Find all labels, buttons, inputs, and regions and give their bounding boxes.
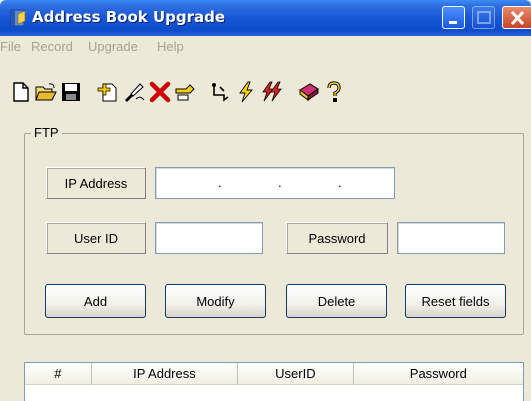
ftp-list[interactable]: # IP Address UserID Password xyxy=(24,362,524,401)
undo-record-icon xyxy=(175,84,195,101)
menu-upgrade[interactable]: Upgrade xyxy=(88,39,138,54)
title-bar[interactable]: Address Book Upgrade xyxy=(0,0,531,36)
toolbar xyxy=(0,80,531,110)
connect-icon xyxy=(212,83,229,102)
help-icon xyxy=(327,81,341,102)
upgrade-icon xyxy=(239,81,253,103)
user-id-label: User ID xyxy=(46,222,146,254)
save-button[interactable] xyxy=(59,80,83,104)
delete-button[interactable]: Delete xyxy=(286,284,387,318)
edit-record-icon xyxy=(125,83,145,102)
maximize-icon xyxy=(477,11,491,24)
modify-button[interactable]: Modify xyxy=(165,284,266,318)
app-window: Address Book Upgrade File Record Upgrade… xyxy=(0,0,531,401)
list-header: # IP Address UserID Password xyxy=(25,363,523,385)
close-button[interactable] xyxy=(502,6,531,29)
minimize-button[interactable] xyxy=(442,6,465,29)
ip-separator: . xyxy=(338,175,342,190)
ip-separator: . xyxy=(218,175,222,190)
upgrade-all-button[interactable] xyxy=(260,80,284,104)
upgrade-button[interactable] xyxy=(234,80,258,104)
new-document-icon xyxy=(13,82,29,102)
book-icon xyxy=(299,83,319,101)
column-number[interactable]: # xyxy=(25,363,92,385)
column-ip-address[interactable]: IP Address xyxy=(91,363,239,385)
reset-fields-button[interactable]: Reset fields xyxy=(405,284,506,318)
delete-record-button[interactable] xyxy=(148,80,172,104)
ftp-group-label: FTP xyxy=(31,125,62,140)
user-id-input[interactable] xyxy=(155,222,263,254)
add-record-icon xyxy=(97,83,117,102)
ip-separator: . xyxy=(278,175,282,190)
maximize-button[interactable] xyxy=(472,6,495,29)
connect-button[interactable] xyxy=(209,80,233,104)
save-icon xyxy=(62,83,80,101)
ip-address-input[interactable]: . . . xyxy=(155,167,395,199)
column-userid[interactable]: UserID xyxy=(238,363,354,385)
password-label: Password xyxy=(286,222,388,254)
menu-record[interactable]: Record xyxy=(31,39,73,54)
add-button[interactable]: Add xyxy=(45,284,146,318)
window-title: Address Book Upgrade xyxy=(32,8,226,26)
book-button[interactable] xyxy=(297,80,321,104)
delete-record-icon xyxy=(149,81,171,103)
upgrade-all-icon xyxy=(262,81,282,102)
help-button[interactable] xyxy=(322,80,346,104)
minimize-icon xyxy=(449,21,457,24)
open-button[interactable] xyxy=(34,80,58,104)
password-input[interactable] xyxy=(397,222,505,254)
undo-record-button[interactable] xyxy=(173,80,197,104)
ip-address-label: IP Address xyxy=(46,167,146,199)
menu-help[interactable]: Help xyxy=(157,39,184,54)
add-record-button[interactable] xyxy=(96,80,120,104)
column-password[interactable]: Password xyxy=(353,363,523,385)
menu-file[interactable]: File xyxy=(0,39,21,54)
edit-record-button[interactable] xyxy=(122,80,146,104)
address-book-app-icon xyxy=(10,9,26,27)
menu-bar: File Record Upgrade Help xyxy=(0,36,531,58)
open-folder-icon xyxy=(35,83,57,101)
new-button[interactable] xyxy=(9,80,33,104)
close-icon xyxy=(510,10,525,26)
